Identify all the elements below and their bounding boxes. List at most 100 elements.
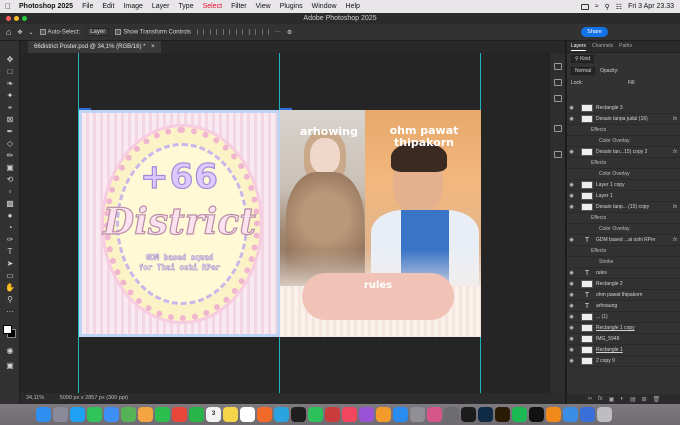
photos-icon[interactable] — [138, 407, 153, 422]
freeform-icon[interactable] — [240, 407, 255, 422]
menu-file[interactable]: File — [82, 3, 93, 10]
menu-window[interactable]: Window — [312, 3, 337, 10]
fx-icon[interactable]: fx — [673, 116, 677, 122]
new-group-icon[interactable]: ▤ — [630, 396, 636, 403]
safari-icon[interactable] — [70, 407, 85, 422]
fx-icon[interactable]: fx — [673, 204, 677, 210]
effect-row[interactable]: Stroke — [567, 257, 680, 268]
capcut-icon[interactable] — [529, 407, 544, 422]
app-menu[interactable]: Photoshop 2025 — [19, 3, 73, 10]
photoshop-icon[interactable] — [478, 407, 493, 422]
layer-row[interactable]: ◉ Desain tanp... (15) copy fx — [567, 202, 680, 213]
visibility-eye-icon[interactable]: ◉ — [567, 116, 576, 122]
canvas[interactable]: +66 District GDM based squad for Thai os… — [20, 53, 565, 393]
visibility-eye-icon[interactable]: ◉ — [567, 204, 576, 210]
apple-tv-icon[interactable] — [461, 407, 476, 422]
zoom-tool-icon[interactable]: ⚲ — [5, 295, 15, 305]
effect-row[interactable]: Color Overlay — [567, 136, 680, 147]
menu-type[interactable]: Type — [178, 3, 193, 10]
layer-row[interactable]: ◉ 2 copy 9 — [567, 356, 680, 367]
poster-right-artboard[interactable]: arhowing ohm pawat thipakorn rules — [280, 110, 481, 337]
auto-select-dropdown[interactable]: Layer — [86, 28, 110, 36]
link-layers-icon[interactable]: ∞ — [588, 396, 592, 402]
settings-gear-icon[interactable]: ⚙ — [287, 29, 292, 36]
auto-select-checkbox[interactable]: Auto-Select: — [39, 28, 80, 35]
close-tab-icon[interactable]: × — [151, 44, 155, 50]
menu-plugins[interactable]: Plugins — [280, 3, 303, 10]
align-left-icon[interactable] — [196, 29, 204, 35]
foreground-color-swatch[interactable] — [3, 325, 12, 334]
visibility-eye-icon[interactable]: ◉ — [567, 281, 576, 287]
facetime-icon[interactable] — [155, 407, 170, 422]
maps-icon[interactable] — [121, 407, 136, 422]
layer-row[interactable]: ◉ Trules — [567, 268, 680, 279]
frame-tool-icon[interactable]: ⊠ — [5, 115, 15, 125]
tab-channels[interactable]: Channels — [592, 43, 613, 50]
add-mask-icon[interactable]: ▣ — [609, 396, 615, 403]
trash-icon[interactable] — [597, 407, 612, 422]
finder-icon[interactable] — [36, 407, 51, 422]
chatgpt-icon[interactable] — [291, 407, 306, 422]
layer-row[interactable]: ◉ Layer 1 copy — [567, 180, 680, 191]
blur-tool-icon[interactable]: ● — [5, 211, 15, 221]
properties-panel-icon[interactable] — [554, 79, 562, 86]
pen-tool-icon[interactable]: ✑ — [5, 235, 15, 245]
eyedropper-tool-icon[interactable]: ✒ — [5, 127, 15, 137]
notes-icon[interactable] — [223, 407, 238, 422]
visibility-eye-icon[interactable]: ◉ — [567, 237, 576, 243]
visibility-eye-icon[interactable]: ◉ — [567, 292, 576, 298]
clock[interactable]: Fri 3 Apr 23.33 — [628, 3, 674, 10]
lasso-tool-icon[interactable]: ❧ — [5, 79, 15, 89]
hand-tool-icon[interactable]: ✋ — [5, 283, 15, 293]
battery-icon[interactable] — [580, 3, 589, 10]
layer-row[interactable]: ◉ Desain tan...15) copy 2 fx — [567, 147, 680, 158]
tab-paths[interactable]: Paths — [619, 43, 632, 50]
whatsapp-icon[interactable] — [189, 407, 204, 422]
brush-tool-icon[interactable]: ✏ — [5, 151, 15, 161]
history-panel-icon[interactable] — [554, 63, 562, 70]
menu-filter[interactable]: Filter — [231, 3, 247, 10]
music-icon[interactable] — [342, 407, 357, 422]
quick-select-tool-icon[interactable]: ✦ — [5, 91, 15, 101]
delete-layer-icon[interactable]: 🗑 — [653, 396, 661, 403]
visibility-eye-icon[interactable]: ◉ — [567, 105, 576, 111]
whatsapp-2-icon[interactable] — [308, 407, 323, 422]
kind-filter-dropdown[interactable]: ⚲ Kind — [571, 55, 595, 63]
effects-row[interactable]: Effects — [567, 246, 680, 257]
visibility-eye-icon[interactable]: ◉ — [567, 314, 576, 320]
launchpad-icon[interactable] — [53, 407, 68, 422]
effect-row[interactable]: Color Overlay — [567, 169, 680, 180]
history-brush-tool-icon[interactable]: ⟲ — [5, 175, 15, 185]
layer-row[interactable]: ◉ Rectangle 1 — [567, 345, 680, 356]
shortcuts-icon[interactable] — [427, 407, 442, 422]
effects-row[interactable]: Effects — [567, 158, 680, 169]
document-size[interactable]: 5000 px x 2857 px (300 ppi) — [60, 395, 128, 401]
more-options-icon[interactable]: ··· — [275, 29, 281, 35]
apple-icon[interactable]:  — [5, 2, 11, 11]
quick-mask-icon[interactable]: ◉ — [5, 346, 15, 356]
clone-stamp-tool-icon[interactable]: ▣ — [5, 163, 15, 173]
move-tool-icon[interactable]: ✥ — [5, 55, 15, 65]
tab-layers[interactable]: Layers — [571, 43, 587, 51]
align-middle-icon[interactable] — [248, 29, 256, 35]
dodge-tool-icon[interactable]: ◔ — [5, 223, 15, 233]
menu-layer[interactable]: Layer — [152, 3, 170, 10]
davinci-icon[interactable] — [325, 407, 340, 422]
share-button[interactable]: Share — [581, 27, 608, 37]
wifi-icon[interactable]: ≈ — [595, 3, 599, 10]
layer-row[interactable]: ◉ Tohm pawat thipakorn — [567, 290, 680, 301]
visibility-eye-icon[interactable]: ◉ — [567, 303, 576, 309]
layer-row[interactable]: ◉ Tarhoaung — [567, 301, 680, 312]
iphone-mirroring-icon[interactable] — [444, 407, 459, 422]
healing-brush-tool-icon[interactable]: ◇ — [5, 139, 15, 149]
new-layer-icon[interactable]: ⊞ — [642, 396, 647, 403]
visibility-eye-icon[interactable]: ◉ — [567, 358, 576, 364]
effect-row[interactable]: Color Overlay — [567, 224, 680, 235]
zoom-level[interactable]: 34,11% — [26, 395, 44, 401]
mail-icon[interactable] — [104, 407, 119, 422]
visibility-eye-icon[interactable]: ◉ — [567, 182, 576, 188]
illustrator-icon[interactable] — [495, 407, 510, 422]
fx-icon[interactable]: fx — [673, 149, 677, 155]
more-tools-icon[interactable]: ··· — [5, 307, 15, 317]
layer-row[interactable]: ◉ Rectangle 3 — [567, 103, 680, 114]
